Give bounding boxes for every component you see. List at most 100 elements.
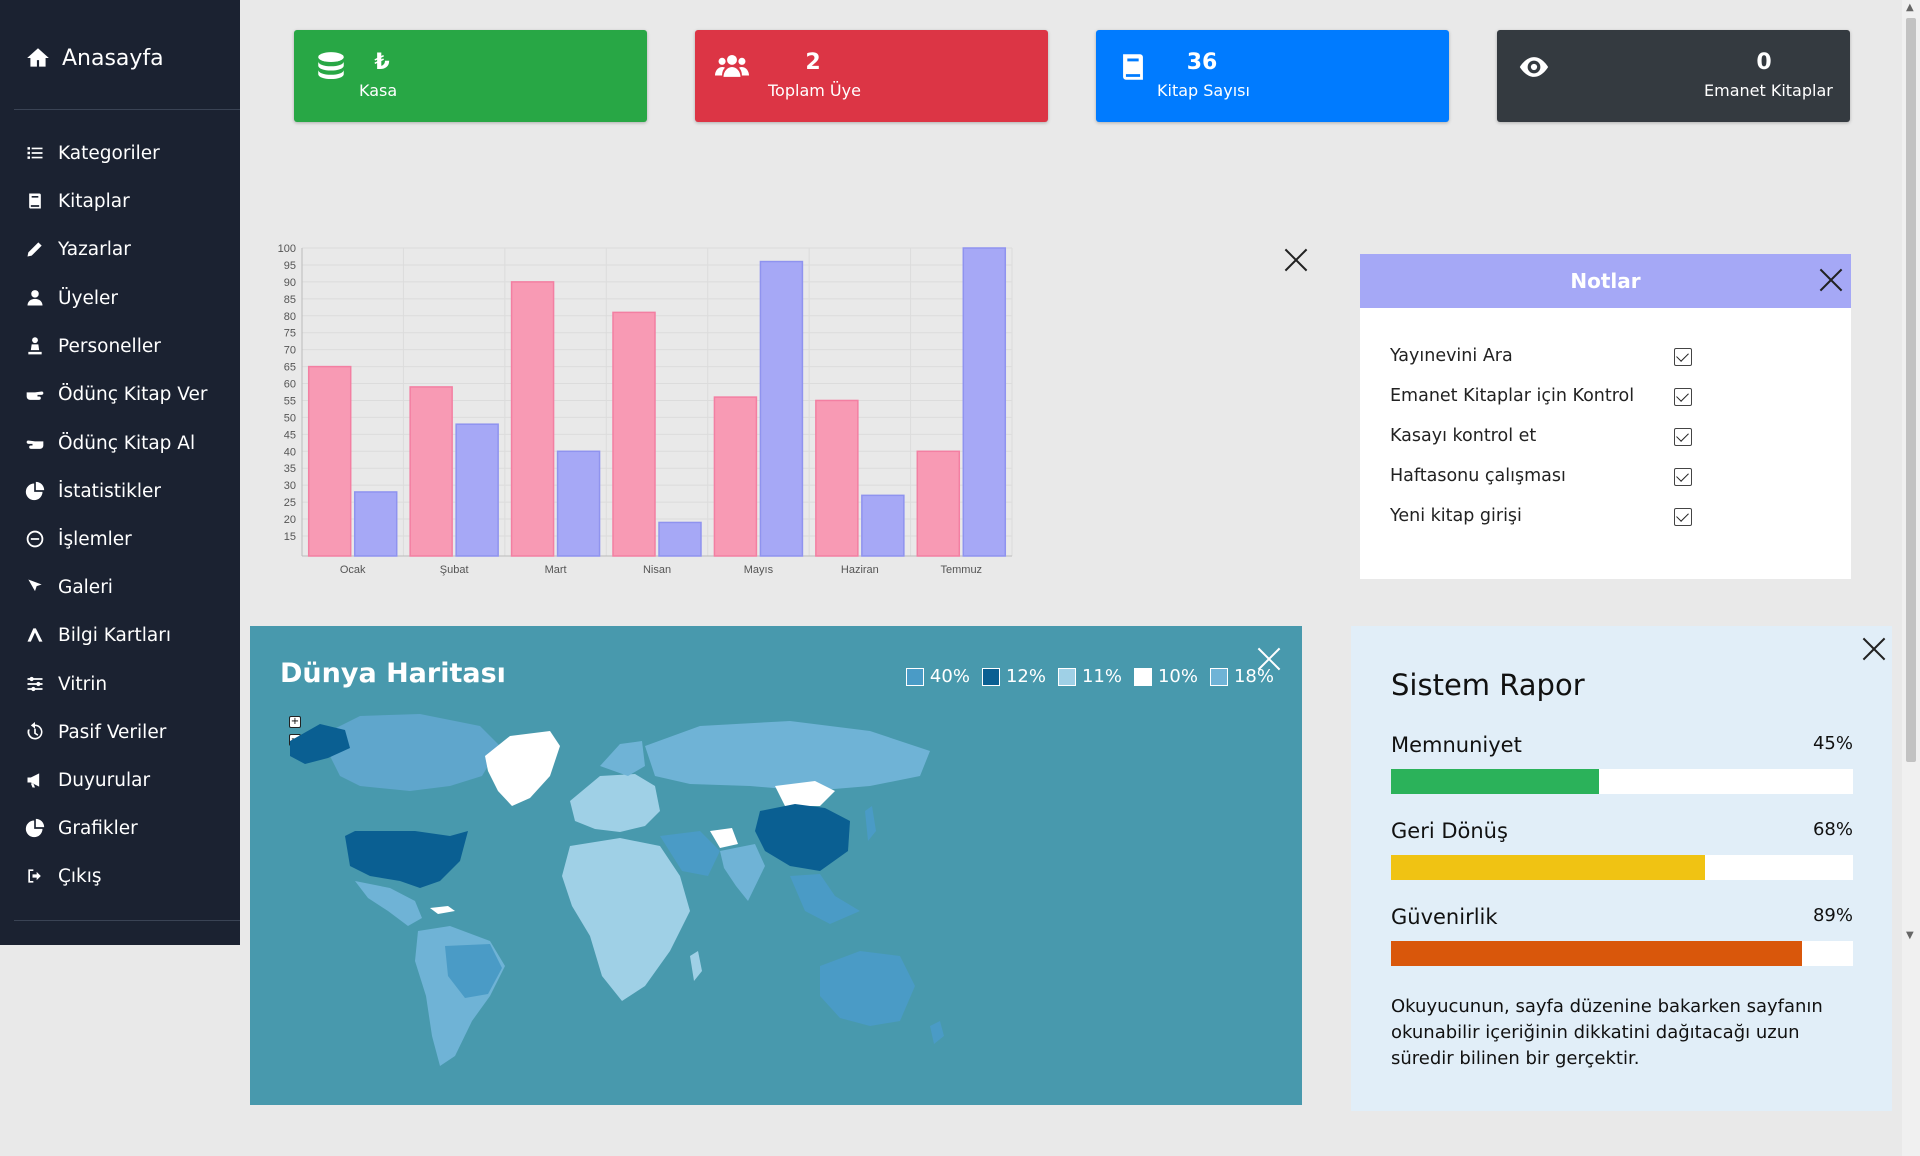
report-metric: Güvenirlik 89% (1391, 905, 1853, 966)
sidebar-item-4[interactable]: Üyeler (24, 283, 118, 313)
map-region-china[interactable] (755, 804, 850, 871)
sidebar-item-8[interactable]: İstatistikler (24, 476, 161, 506)
chart-y-tick: 50 (284, 412, 296, 424)
sidebar-item-5[interactable]: Personeller (24, 331, 161, 361)
list-icon (24, 142, 46, 164)
sidebar-item-label: Pasif Veriler (58, 721, 167, 743)
stat-card-4[interactable]: 0 Emanet Kitaplar (1497, 30, 1850, 122)
scrollbar-thumb[interactable] (1906, 18, 1916, 762)
chart-bar (815, 399, 859, 557)
sidebar-item-7[interactable]: Ödünç Kitap Al (24, 428, 195, 458)
chart-x-tick: Haziran (841, 564, 879, 576)
map-region-japan[interactable] (865, 806, 876, 841)
chart-y-tick: 85 (284, 294, 296, 306)
map-region-madagascar[interactable] (690, 951, 702, 981)
stat-card-label: Kitap Sayısı (1157, 81, 1250, 100)
note-checkbox[interactable] (1674, 468, 1692, 486)
chart-y-tick: 65 (284, 362, 296, 374)
note-checkbox[interactable] (1674, 428, 1692, 446)
stat-card-label: Emanet Kitaplar (1704, 81, 1833, 100)
map-region-se-asia[interactable] (790, 874, 860, 924)
note-checkbox[interactable] (1674, 508, 1692, 526)
sidebar-item-2[interactable]: Kitaplar (24, 186, 130, 216)
map-region-mexico[interactable] (355, 881, 422, 926)
report-description: Okuyucunun, sayfa düzenine bakarken sayf… (1391, 996, 1823, 1069)
map-region-usa[interactable] (345, 831, 468, 888)
chart-bar (759, 260, 804, 557)
stat-card-value: 2 (805, 50, 821, 75)
map-region-new-zealand[interactable] (930, 1021, 944, 1044)
page-scrollbar[interactable]: ▲ ▼ (1902, 0, 1920, 1156)
sidebar-item-9[interactable]: İşlemler (24, 524, 132, 554)
sidebar-item-label: Yazarlar (58, 238, 131, 260)
sidebar-item-13[interactable]: Pasif Veriler (24, 717, 166, 747)
chart-bar (353, 491, 398, 557)
map-region-europe[interactable] (570, 774, 660, 832)
hand-left-icon (24, 432, 46, 454)
chart-y-tick: 80 (284, 311, 296, 323)
stat-card-value: ₺ (374, 50, 390, 75)
note-checkbox[interactable] (1674, 388, 1692, 406)
map-region-africa[interactable] (562, 838, 690, 1001)
stat-card-label: Toplam Üye (768, 81, 861, 100)
sidebar-item-12[interactable]: Vitrin (24, 669, 107, 699)
sidebar-item-label: İşlemler (58, 528, 132, 550)
notes-panel: Notlar Yayınevini Ara Emanet Kitaplar içi… (1360, 254, 1851, 579)
book-icon (1116, 50, 1150, 84)
sidebar-item-label: Grafikler (58, 817, 138, 839)
note-checkbox[interactable] (1674, 348, 1692, 366)
sidebar-item-6[interactable]: Ödünç Kitap Ver (24, 379, 208, 409)
chart-bar (612, 311, 656, 557)
chart-x-tick: Şubat (440, 564, 469, 576)
chart-bar (455, 423, 499, 557)
chart-x-tick: Ocak (340, 564, 366, 576)
map-region-scandinavia[interactable] (600, 741, 645, 776)
sidebar-item-label: Ödünç Kitap Al (58, 432, 196, 454)
world-map[interactable] (250, 626, 1302, 1105)
note-item-label: Emanet Kitaplar için Kontrol (1390, 386, 1635, 406)
sidebar-item-label: Üyeler (58, 287, 118, 309)
map-region-india[interactable] (720, 844, 765, 901)
report-metric-label: Güvenirlik (1391, 905, 1498, 929)
hand-right-icon (24, 383, 46, 405)
notes-close-icon[interactable] (1818, 267, 1844, 293)
stat-card-2[interactable]: 2 Toplam Üye (695, 30, 1048, 122)
sidebar-item-10[interactable]: Galeri (24, 572, 113, 602)
chart-x-tick: Temmuz (941, 564, 983, 576)
user-icon (24, 287, 46, 309)
sidebar-item-14[interactable]: Duyurular (24, 765, 150, 795)
report-metric-percent: 45% (1812, 733, 1853, 754)
report-progress-fill (1391, 855, 1706, 880)
map-region-iran[interactable] (710, 828, 738, 848)
minus-circle-icon (24, 528, 46, 550)
map-region-caribbean[interactable] (430, 906, 455, 914)
report-progress-fill (1391, 769, 1599, 794)
world-map-panel: Dünya Haritası 40%12%11%10%18% + − (250, 626, 1302, 1105)
chart-bar (510, 281, 555, 557)
chart-y-tick: 40 (284, 446, 296, 458)
report-metric-percent: 68% (1812, 819, 1853, 840)
sidebar-item-label: Kitaplar (58, 190, 130, 212)
sidebar-item-16[interactable]: Çıkış (24, 861, 102, 891)
report-progress-bar (1391, 769, 1853, 794)
note-item-label: Haftasonu çalışması (1390, 466, 1566, 486)
chart-close-icon[interactable] (1283, 247, 1309, 273)
pencil-icon (24, 238, 46, 260)
sidebar-item-15[interactable]: Grafikler (24, 813, 138, 843)
map-region-australia[interactable] (820, 951, 915, 1026)
stat-card-3[interactable]: 36 Kitap Sayısı (1096, 30, 1449, 122)
sidebar-item-label: Personeller (58, 335, 161, 357)
sidebar-item-1[interactable]: Kategoriler (24, 138, 160, 168)
map-region-russia[interactable] (645, 721, 930, 791)
home-link[interactable]: Anasayfa (24, 44, 164, 72)
scroll-up-icon[interactable]: ▲ (1906, 2, 1914, 13)
sidebar-item-label: Vitrin (58, 673, 108, 695)
scroll-down-icon[interactable]: ▼ (1906, 930, 1914, 941)
sidebar-item-11[interactable]: Bilgi Kartları (24, 620, 171, 650)
sidebar-item-3[interactable]: Yazarlar (24, 234, 131, 264)
image-icon (24, 576, 46, 598)
sidebar-item-label: Duyurular (58, 769, 151, 791)
stat-card-1[interactable]: ₺ Kasa (294, 30, 647, 122)
report-close-icon[interactable] (1861, 636, 1887, 662)
chart-y-tick: 95 (284, 260, 296, 272)
